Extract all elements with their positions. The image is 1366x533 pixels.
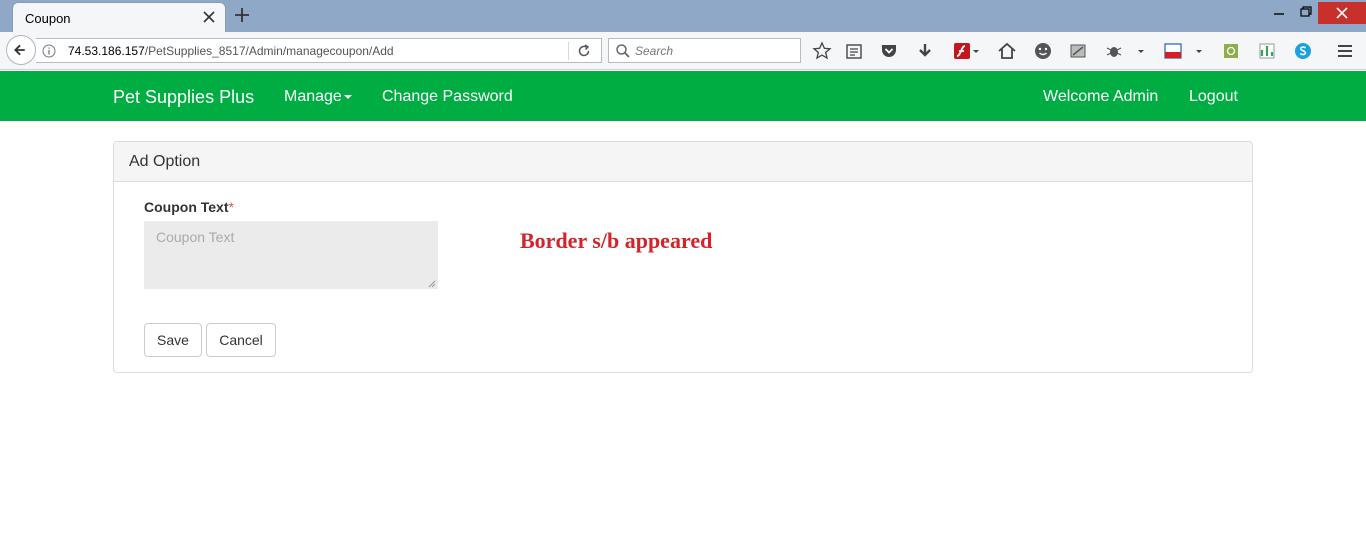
back-button-icon[interactable] bbox=[6, 35, 36, 65]
coupon-text-label: Coupon Text* bbox=[144, 199, 234, 215]
skype-icon[interactable] bbox=[1293, 41, 1313, 61]
resize-grip-icon[interactable] bbox=[427, 279, 436, 288]
browser-navbar: 74.53.186.157/PetSupplies_8517/Admin/man… bbox=[0, 32, 1366, 70]
annotation-note: Border s/b appeared bbox=[520, 228, 713, 253]
home-icon[interactable] bbox=[997, 41, 1017, 61]
manage-dropdown[interactable]: Manage bbox=[284, 88, 352, 106]
change-password-link[interactable]: Change Password bbox=[382, 88, 513, 106]
screenshot-icon[interactable] bbox=[1068, 41, 1088, 61]
reading-list-icon[interactable] bbox=[844, 41, 864, 61]
menu-icon[interactable] bbox=[1335, 41, 1355, 61]
info-icon[interactable] bbox=[42, 44, 56, 58]
browser-tab[interactable]: Coupon bbox=[12, 2, 226, 32]
chevron-down-icon[interactable] bbox=[1136, 41, 1146, 61]
browser-titlebar: Coupon bbox=[0, 0, 1366, 32]
required-marker: * bbox=[228, 199, 234, 215]
panel-title: Ad Option bbox=[129, 153, 201, 170]
chevron-down-icon[interactable] bbox=[971, 41, 981, 61]
ad-option-panel: Ad Option Coupon Text* Save Cancel bbox=[113, 141, 1253, 373]
browser-search-box[interactable]: Search bbox=[608, 38, 801, 63]
search-icon bbox=[616, 44, 630, 58]
download-icon[interactable] bbox=[915, 41, 935, 61]
bug-icon[interactable] bbox=[1104, 41, 1124, 61]
new-tab-icon[interactable] bbox=[233, 6, 251, 24]
welcome-text: Welcome Admin bbox=[1043, 88, 1159, 105]
url-divider bbox=[568, 42, 569, 60]
tab-title: Coupon bbox=[25, 11, 71, 26]
close-icon[interactable] bbox=[201, 9, 217, 25]
minimize-icon[interactable] bbox=[1268, 2, 1290, 24]
window-close-icon[interactable] bbox=[1318, 2, 1366, 24]
pocket-icon[interactable] bbox=[879, 41, 899, 61]
save-button[interactable]: Save bbox=[144, 323, 202, 357]
bookmark-star-icon[interactable] bbox=[812, 41, 832, 61]
search-placeholder: Search bbox=[635, 44, 674, 58]
app-header: Pet Supplies Plus Manage Change Password… bbox=[0, 71, 1366, 121]
coupon-text-input[interactable] bbox=[144, 221, 438, 289]
new-badge-icon[interactable] bbox=[1163, 41, 1183, 61]
caret-down-icon bbox=[343, 94, 352, 99]
cancel-button[interactable]: Cancel bbox=[206, 323, 276, 357]
url-bar[interactable]: 74.53.186.157/PetSupplies_8517/Admin/man… bbox=[36, 38, 602, 63]
addon-green-icon[interactable] bbox=[1221, 41, 1241, 61]
url-text: 74.53.186.157/PetSupplies_8517/Admin/man… bbox=[68, 44, 394, 58]
chevron-down-icon[interactable] bbox=[1194, 41, 1204, 61]
restore-icon[interactable] bbox=[1294, 2, 1316, 24]
flash-icon[interactable] bbox=[952, 41, 972, 61]
panel-heading: Ad Option bbox=[114, 142, 1252, 182]
reload-icon[interactable] bbox=[576, 43, 592, 59]
smiley-icon[interactable] bbox=[1033, 41, 1053, 61]
logout-link[interactable]: Logout bbox=[1189, 88, 1238, 106]
brand-link[interactable]: Pet Supplies Plus bbox=[113, 87, 254, 108]
addon-chart-icon[interactable] bbox=[1257, 41, 1277, 61]
